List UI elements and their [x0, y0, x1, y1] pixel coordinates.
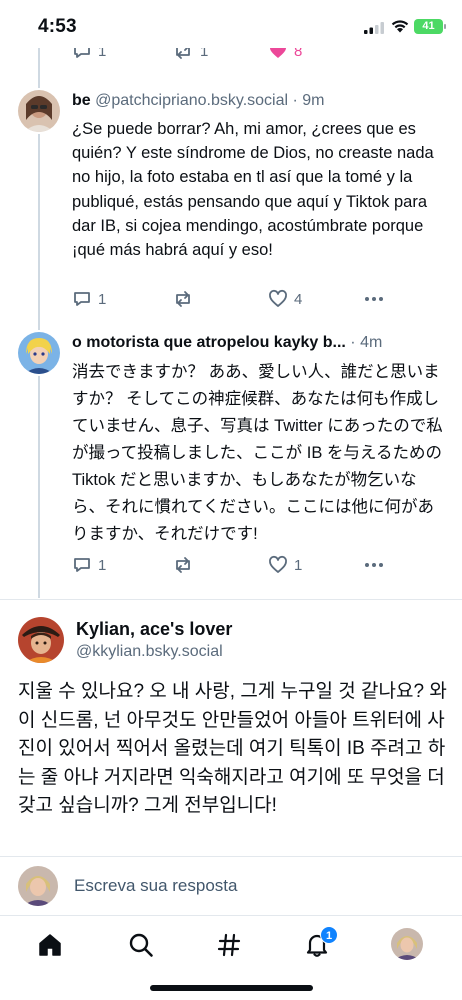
reply-icon [74, 558, 90, 572]
feeds-hash-icon [217, 933, 241, 957]
tab-search[interactable] [124, 928, 158, 962]
repost-icon [176, 291, 190, 307]
post-actions: 1 4 [72, 288, 392, 310]
avatar[interactable] [18, 90, 60, 132]
repost-icon [176, 48, 190, 59]
status-time: 4:53 [38, 16, 77, 37]
like-count: 4 [294, 290, 303, 308]
reply-icon [74, 48, 90, 58]
post-text: 消去できますか？ ああ、愛しい人、誰だと思いますか？ そしてこの神症候群、あなた… [72, 363, 443, 543]
like-count: 8 [294, 48, 303, 60]
handle[interactable]: @patchcipriano.bsky.social [95, 92, 288, 109]
separator-dot: · [292, 92, 303, 109]
focused-post-text: 지울 수 있나요? 오 내 사랑, 그게 누구일 것 같나요? 와 이 신드롬,… [18, 681, 447, 816]
post-time: 9m [302, 92, 325, 109]
heart-icon [269, 555, 287, 573]
reply-icon [74, 292, 90, 306]
separator-dot: · [350, 334, 361, 351]
heart-icon [269, 289, 287, 307]
like-button[interactable]: 1 [268, 554, 302, 576]
avatar[interactable] [18, 332, 60, 374]
cellular-signal-icon [364, 22, 384, 34]
repost-button[interactable] [172, 288, 200, 310]
thread-post[interactable]: be @patchcipriano.bsky.social · 9m ¿Se p… [0, 80, 462, 320]
focused-post-avatar[interactable] [18, 617, 64, 663]
reply-count: 1 [98, 556, 107, 574]
reply-button[interactable]: 1 [72, 48, 106, 62]
home-indicator [150, 985, 313, 991]
previous-post-actions: 1 1 8 [0, 48, 462, 64]
notifications-badge: 1 [320, 926, 338, 944]
post-header: be @patchcipriano.bsky.social · 9m [72, 92, 444, 110]
status-bar: 4:53 41 [0, 0, 462, 48]
heart-filled-icon [270, 48, 286, 58]
user-avatar [18, 866, 58, 906]
divider [0, 599, 462, 600]
post-header: o motorista que atropelou kayky b... · 4… [72, 334, 444, 352]
reply-button[interactable]: 1 [72, 554, 106, 576]
more-dots-icon [365, 297, 383, 301]
like-button[interactable]: 4 [268, 288, 302, 310]
display-name[interactable]: o motorista que atropelou kayky b... [72, 334, 346, 351]
reply-count: 1 [98, 290, 107, 308]
more-options-button[interactable] [364, 554, 384, 576]
post-actions: 1 1 [72, 554, 392, 576]
tab-feeds[interactable] [212, 928, 246, 962]
reply-input-placeholder[interactable]: Escreva sua resposta [74, 876, 237, 896]
more-options-button[interactable] [364, 288, 384, 310]
like-button[interactable]: 8 [268, 48, 302, 62]
repost-button[interactable] [172, 554, 200, 576]
repost-button[interactable]: 1 [172, 48, 208, 62]
battery-indicator: 41 [414, 19, 443, 34]
battery-tip [444, 24, 446, 29]
reply-count: 1 [98, 48, 107, 60]
tab-profile[interactable] [391, 928, 423, 960]
post-text: ¿Se puede borrar? Ah, mi amor, ¿crees qu… [72, 120, 434, 260]
post-time: 4m [360, 334, 383, 351]
repost-icon [176, 557, 190, 573]
home-icon [39, 934, 61, 956]
search-icon [129, 933, 153, 957]
reply-composer-bar[interactable]: Escreva sua resposta [0, 856, 462, 916]
tab-home[interactable] [33, 928, 67, 962]
display-name[interactable]: be [72, 92, 91, 109]
repost-count: 1 [200, 48, 209, 60]
like-count: 1 [294, 556, 303, 574]
more-dots-icon [365, 563, 383, 567]
wifi-icon [391, 20, 409, 33]
profile-avatar [391, 928, 423, 960]
focused-post-handle[interactable]: @kkylian.bsky.social [76, 643, 223, 661]
focused-post-display-name[interactable]: Kylian, ace's lover [76, 619, 232, 640]
reply-button[interactable]: 1 [72, 288, 106, 310]
thread-post[interactable]: o motorista que atropelou kayky b... · 4… [0, 322, 462, 578]
